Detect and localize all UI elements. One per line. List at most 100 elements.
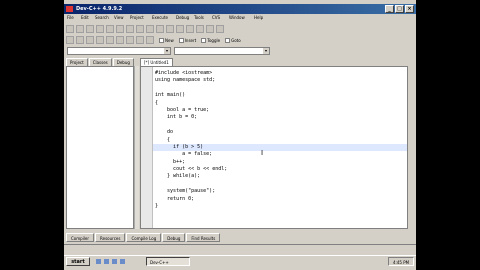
- quicklaunch-icon[interactable]: [112, 259, 117, 264]
- editor-gutter: [141, 67, 153, 228]
- menu-debug[interactable]: Debug: [176, 14, 189, 22]
- find-icon[interactable]: [146, 25, 154, 33]
- checkbox-toggle[interactable]: Toggle: [201, 37, 220, 43]
- menu-edit[interactable]: Edit: [81, 14, 89, 22]
- code-line[interactable]: return 0;: [155, 196, 407, 203]
- desktop-screen: Dev-C++ 4.9.9.2 _ □ × File Edit Search V…: [64, 0, 416, 270]
- quicklaunch-icon[interactable]: [96, 259, 101, 264]
- menu-cvs[interactable]: CVS: [212, 14, 220, 22]
- code-line[interactable]: int main(): [155, 92, 407, 99]
- about-icon[interactable]: [126, 36, 134, 44]
- project-new-icon[interactable]: [66, 36, 74, 44]
- compile-run-icon[interactable]: [196, 25, 204, 33]
- code-line[interactable]: a = false;: [155, 151, 407, 158]
- maximize-button[interactable]: □: [395, 5, 404, 13]
- project-add-icon[interactable]: [76, 36, 84, 44]
- indent-icon[interactable]: [96, 36, 104, 44]
- new-file-icon[interactable]: [66, 25, 74, 33]
- tab-find-results[interactable]: Find Results: [186, 233, 221, 242]
- code-line[interactable]: do: [155, 129, 407, 136]
- taskbar: start Dev-C++ 4:45 PM: [64, 255, 416, 268]
- redo-icon[interactable]: [136, 25, 144, 33]
- undo-icon[interactable]: [126, 25, 134, 33]
- menu-project[interactable]: Project: [130, 14, 144, 22]
- code-line[interactable]: bool a = true;: [155, 107, 407, 114]
- app-icon: [66, 6, 73, 12]
- tab-compile-log[interactable]: Compile Log: [126, 233, 162, 242]
- print-icon[interactable]: [116, 25, 124, 33]
- left-panel-scrollbar[interactable]: [134, 66, 139, 229]
- window-titlebar: Dev-C++ 4.9.9.2 _ □ ×: [64, 4, 416, 14]
- open-file-icon[interactable]: [76, 25, 84, 33]
- menu-view[interactable]: View: [114, 14, 124, 22]
- checkbox-insert[interactable]: Insert: [178, 37, 196, 43]
- run-icon[interactable]: [186, 25, 194, 33]
- chevron-down-icon[interactable]: ▾: [164, 48, 170, 54]
- compile-icon[interactable]: [176, 25, 184, 33]
- menu-search[interactable]: Search: [95, 14, 109, 22]
- checkbox-box[interactable]: [159, 37, 164, 43]
- code-line[interactable]: {: [155, 100, 407, 107]
- tab-project[interactable]: Project: [66, 58, 88, 66]
- code-line[interactable]: int b = 0;: [155, 114, 407, 121]
- chevron-down-icon[interactable]: ▾: [263, 48, 269, 54]
- checkbox-box[interactable]: [178, 37, 184, 43]
- start-button[interactable]: start: [66, 257, 90, 266]
- help-icon[interactable]: [116, 36, 124, 44]
- unindent-icon[interactable]: [106, 36, 114, 44]
- tab-debug[interactable]: Debug: [112, 58, 134, 66]
- menu-tools[interactable]: Tools: [194, 14, 204, 22]
- tab-compiler[interactable]: Compiler: [66, 233, 95, 242]
- menu-execute[interactable]: Execute: [152, 14, 168, 22]
- code-line[interactable]: }: [155, 203, 407, 210]
- status-bar: [64, 244, 416, 253]
- code-line[interactable]: [155, 181, 407, 188]
- checkbox-box[interactable]: [225, 37, 231, 43]
- menu-file[interactable]: File: [67, 14, 74, 22]
- class-combo[interactable]: ▾: [67, 47, 171, 55]
- member-combo[interactable]: ▾: [174, 47, 270, 55]
- rebuild-icon[interactable]: [206, 25, 214, 33]
- code-line[interactable]: b++;: [155, 159, 407, 166]
- options-icon[interactable]: [146, 36, 154, 44]
- code-line[interactable]: [155, 85, 407, 92]
- close-file-icon[interactable]: [106, 25, 114, 33]
- code-line[interactable]: #include <iostream>: [155, 70, 407, 77]
- quicklaunch-icon[interactable]: [120, 259, 125, 264]
- left-panel-tabs: Project Classes Debug: [66, 58, 135, 66]
- taskbar-item-devcpp[interactable]: Dev-C++: [146, 257, 190, 266]
- checkbox-goto-label: Goto: [231, 37, 241, 43]
- code-line[interactable]: if (b > 5): [153, 143, 407, 152]
- quicklaunch-icon[interactable]: [104, 259, 109, 264]
- menu-window[interactable]: Window: [229, 14, 245, 22]
- code-line[interactable]: } while(a);: [155, 173, 407, 180]
- code-line[interactable]: system("pause");: [155, 188, 407, 195]
- tab-debug-bottom[interactable]: Debug: [162, 233, 186, 242]
- system-clock: 4:45 PM: [388, 257, 414, 266]
- goto-icon[interactable]: [166, 25, 174, 33]
- tab-resources[interactable]: Resources: [95, 233, 126, 242]
- minimize-button[interactable]: _: [385, 5, 394, 13]
- debug-icon[interactable]: [216, 25, 224, 33]
- checkbox-box[interactable]: [201, 37, 207, 43]
- checkbox-new[interactable]: New: [159, 37, 174, 43]
- close-button[interactable]: ×: [405, 5, 414, 13]
- checkbox-goto[interactable]: Goto: [225, 37, 241, 43]
- menu-bar: File Edit Search View Project Execute De…: [64, 14, 416, 22]
- code-line[interactable]: [155, 122, 407, 129]
- code-line[interactable]: cout << b << endl;: [155, 166, 407, 173]
- save-icon[interactable]: [86, 25, 94, 33]
- code-line[interactable]: using namespace std;: [155, 77, 407, 84]
- bookmark-icon[interactable]: [136, 36, 144, 44]
- bottom-panel-tabs: Compiler Resources Compile Log Debug Fin…: [66, 233, 414, 242]
- save-all-icon[interactable]: [96, 25, 104, 33]
- menu-help[interactable]: Help: [254, 14, 263, 22]
- replace-icon[interactable]: [156, 25, 164, 33]
- code-lines: #include <iostream> using namespace std; i…: [153, 70, 407, 210]
- tab-classes[interactable]: Classes: [88, 58, 112, 66]
- project-remove-icon[interactable]: [86, 36, 94, 44]
- code-editor[interactable]: #include <iostream> using namespace std; i…: [140, 66, 408, 229]
- code-line[interactable]: {: [155, 137, 407, 144]
- toolbar-secondary: New Insert Toggle Goto: [66, 35, 241, 45]
- window-title: Dev-C++ 4.9.9.2: [76, 6, 123, 12]
